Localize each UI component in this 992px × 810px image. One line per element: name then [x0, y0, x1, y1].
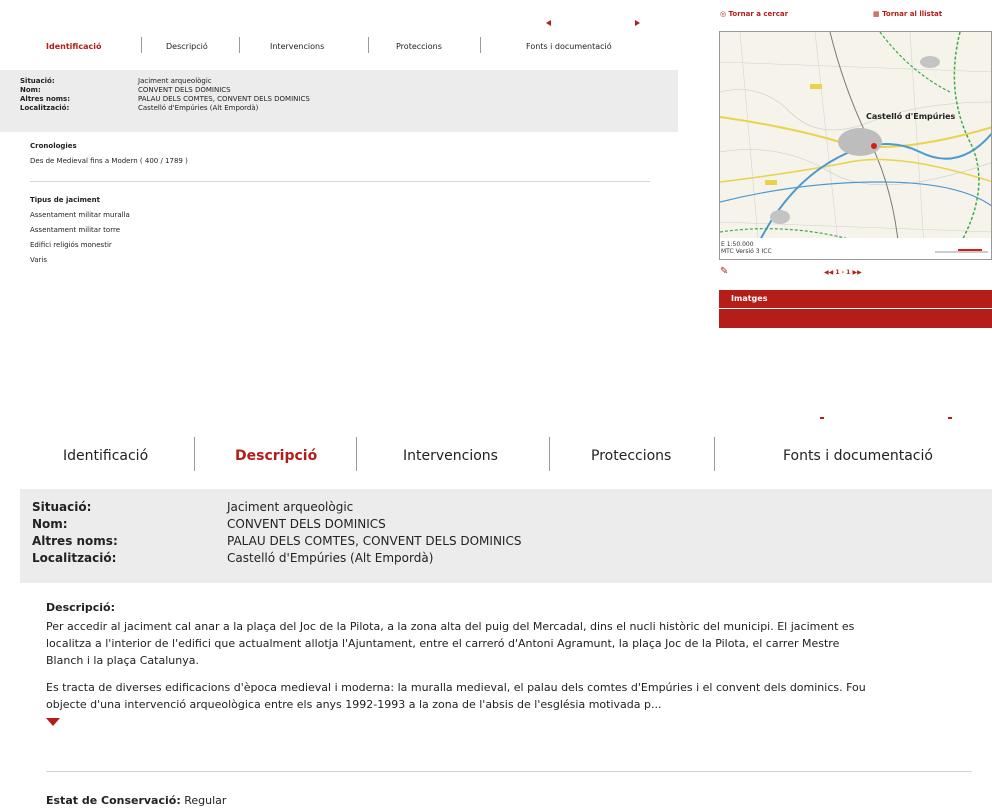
- field-value: CONVENT DELS DOMINICS: [138, 86, 231, 94]
- field-label: Altres noms:: [20, 95, 71, 103]
- divider: [46, 771, 972, 772]
- images-body: [719, 309, 992, 328]
- field-value: Jaciment arqueològic: [138, 77, 212, 85]
- descripcio-text: localitza a l'interior de l'edifici que …: [46, 637, 840, 650]
- tab-divider: [239, 37, 240, 53]
- field-value: PALAU DELS COMTES, CONVENT DELS DOMINICS: [138, 95, 310, 103]
- field-label: Localització:: [20, 104, 70, 112]
- field-label: Nom:: [20, 86, 41, 94]
- tab-identificacio[interactable]: Identificació: [63, 448, 148, 464]
- tab-divider: [368, 37, 369, 53]
- descripcio-text: Per accedir al jaciment cal anar a la pl…: [46, 620, 855, 633]
- top-tab-fonts[interactable]: Fonts i documentació: [526, 42, 612, 51]
- field-label-altres-noms: Altres noms:: [32, 534, 118, 548]
- edit-icon[interactable]: ✎: [720, 266, 728, 277]
- map-scale: E 1:50.000: [721, 241, 754, 248]
- images-header[interactable]: Imatges: [719, 290, 992, 308]
- estat-value: Regular: [184, 794, 227, 807]
- pager-label: 1 - 1: [835, 269, 851, 276]
- tab-intervencions[interactable]: Intervencions: [403, 448, 498, 464]
- descripcio-title: Descripció:: [46, 601, 115, 614]
- last-page-icon[interactable]: ▶▶: [852, 269, 861, 276]
- map-source: MTC Versió 3 ICC: [721, 248, 772, 255]
- field-value-altres-noms: PALAU DELS COMTES, CONVENT DELS DOMINICS: [227, 534, 522, 548]
- next-arrow-icon[interactable]: [635, 20, 640, 26]
- top-tab-identificacio[interactable]: Identificació: [46, 42, 101, 51]
- tipus-item: Edifici religiós monestir: [30, 241, 112, 249]
- tab-divider: [194, 437, 195, 471]
- cronologies-title: Cronologies: [30, 142, 77, 150]
- map-town-label: Castelló d'Empúries: [866, 112, 956, 121]
- map-pager[interactable]: ◀◀ 1 - 1 ▶▶: [824, 269, 862, 276]
- tipus-item: Assentament militar muralla: [30, 211, 130, 219]
- topographic-map: [720, 32, 991, 259]
- images-header-label: Imatges: [731, 294, 768, 303]
- estat-conservacio: Estat de Conservació: Regular: [46, 794, 226, 807]
- tab-divider: [549, 437, 550, 471]
- field-label-nom: Nom:: [32, 517, 68, 531]
- tab-divider: [356, 437, 357, 471]
- back-list-link[interactable]: ▦ Tornar al llistat: [873, 10, 942, 18]
- tab-descripcio[interactable]: Descripció: [235, 448, 317, 464]
- tipus-item: Varis: [30, 256, 48, 264]
- descripcio-text: objecte d'una intervenció arqueològica e…: [46, 698, 662, 711]
- estat-label: Estat de Conservació:: [46, 794, 181, 807]
- field-label-situacio: Situació:: [32, 500, 92, 514]
- back-list-icon: ▦: [873, 10, 883, 18]
- tab-fonts[interactable]: Fonts i documentació: [783, 448, 933, 464]
- tab-divider: [714, 437, 715, 471]
- prev-arrow-icon[interactable]: [546, 20, 551, 26]
- field-label: Situació:: [20, 77, 55, 85]
- map-view[interactable]: Castelló d'Empúries E 1:50.000 MTC Versi…: [719, 31, 992, 260]
- top-tab-intervencions[interactable]: Intervencions: [270, 42, 324, 51]
- first-page-icon[interactable]: ◀◀: [824, 269, 833, 276]
- field-value-localitzacio: Castelló d'Empúries (Alt Empordà): [227, 551, 434, 565]
- prev-arrow-icon[interactable]: [820, 417, 824, 419]
- top-tab-proteccions[interactable]: Proteccions: [396, 42, 442, 51]
- divider: [30, 181, 650, 182]
- field-value: Castelló d'Empúries (Alt Empordà): [138, 104, 259, 112]
- back-list-label: Tornar al llistat: [882, 10, 943, 18]
- field-value-nom: CONVENT DELS DOMINICS: [227, 517, 386, 531]
- descripcio-text: Blanch i la plaça Catalunya.: [46, 654, 199, 667]
- tipus-item: Assentament militar torre: [30, 226, 120, 234]
- next-arrow-icon[interactable]: [948, 417, 952, 419]
- descripcio-text: Es tracta de diverses edificacions d'èpo…: [46, 681, 866, 694]
- tab-proteccions[interactable]: Proteccions: [591, 448, 671, 464]
- tipus-title: Tipus de jaciment: [30, 196, 101, 204]
- cronologies-value: Des de Medieval fins a Modern ( 400 / 17…: [30, 157, 188, 165]
- expand-arrow-icon[interactable]: [46, 718, 60, 726]
- tab-divider: [141, 37, 142, 53]
- back-search-label: Tornar a cercar: [728, 10, 789, 18]
- back-search-link[interactable]: ◎ Tornar a cercar: [720, 10, 788, 18]
- field-value-situacio: Jaciment arqueològic: [227, 500, 354, 514]
- back-search-icon: ◎: [720, 10, 729, 18]
- tab-divider: [480, 37, 481, 53]
- field-label-localitzacio: Localització:: [32, 551, 117, 565]
- top-tab-descripcio[interactable]: Descripció: [166, 42, 208, 51]
- top-identification-box: [0, 70, 678, 132]
